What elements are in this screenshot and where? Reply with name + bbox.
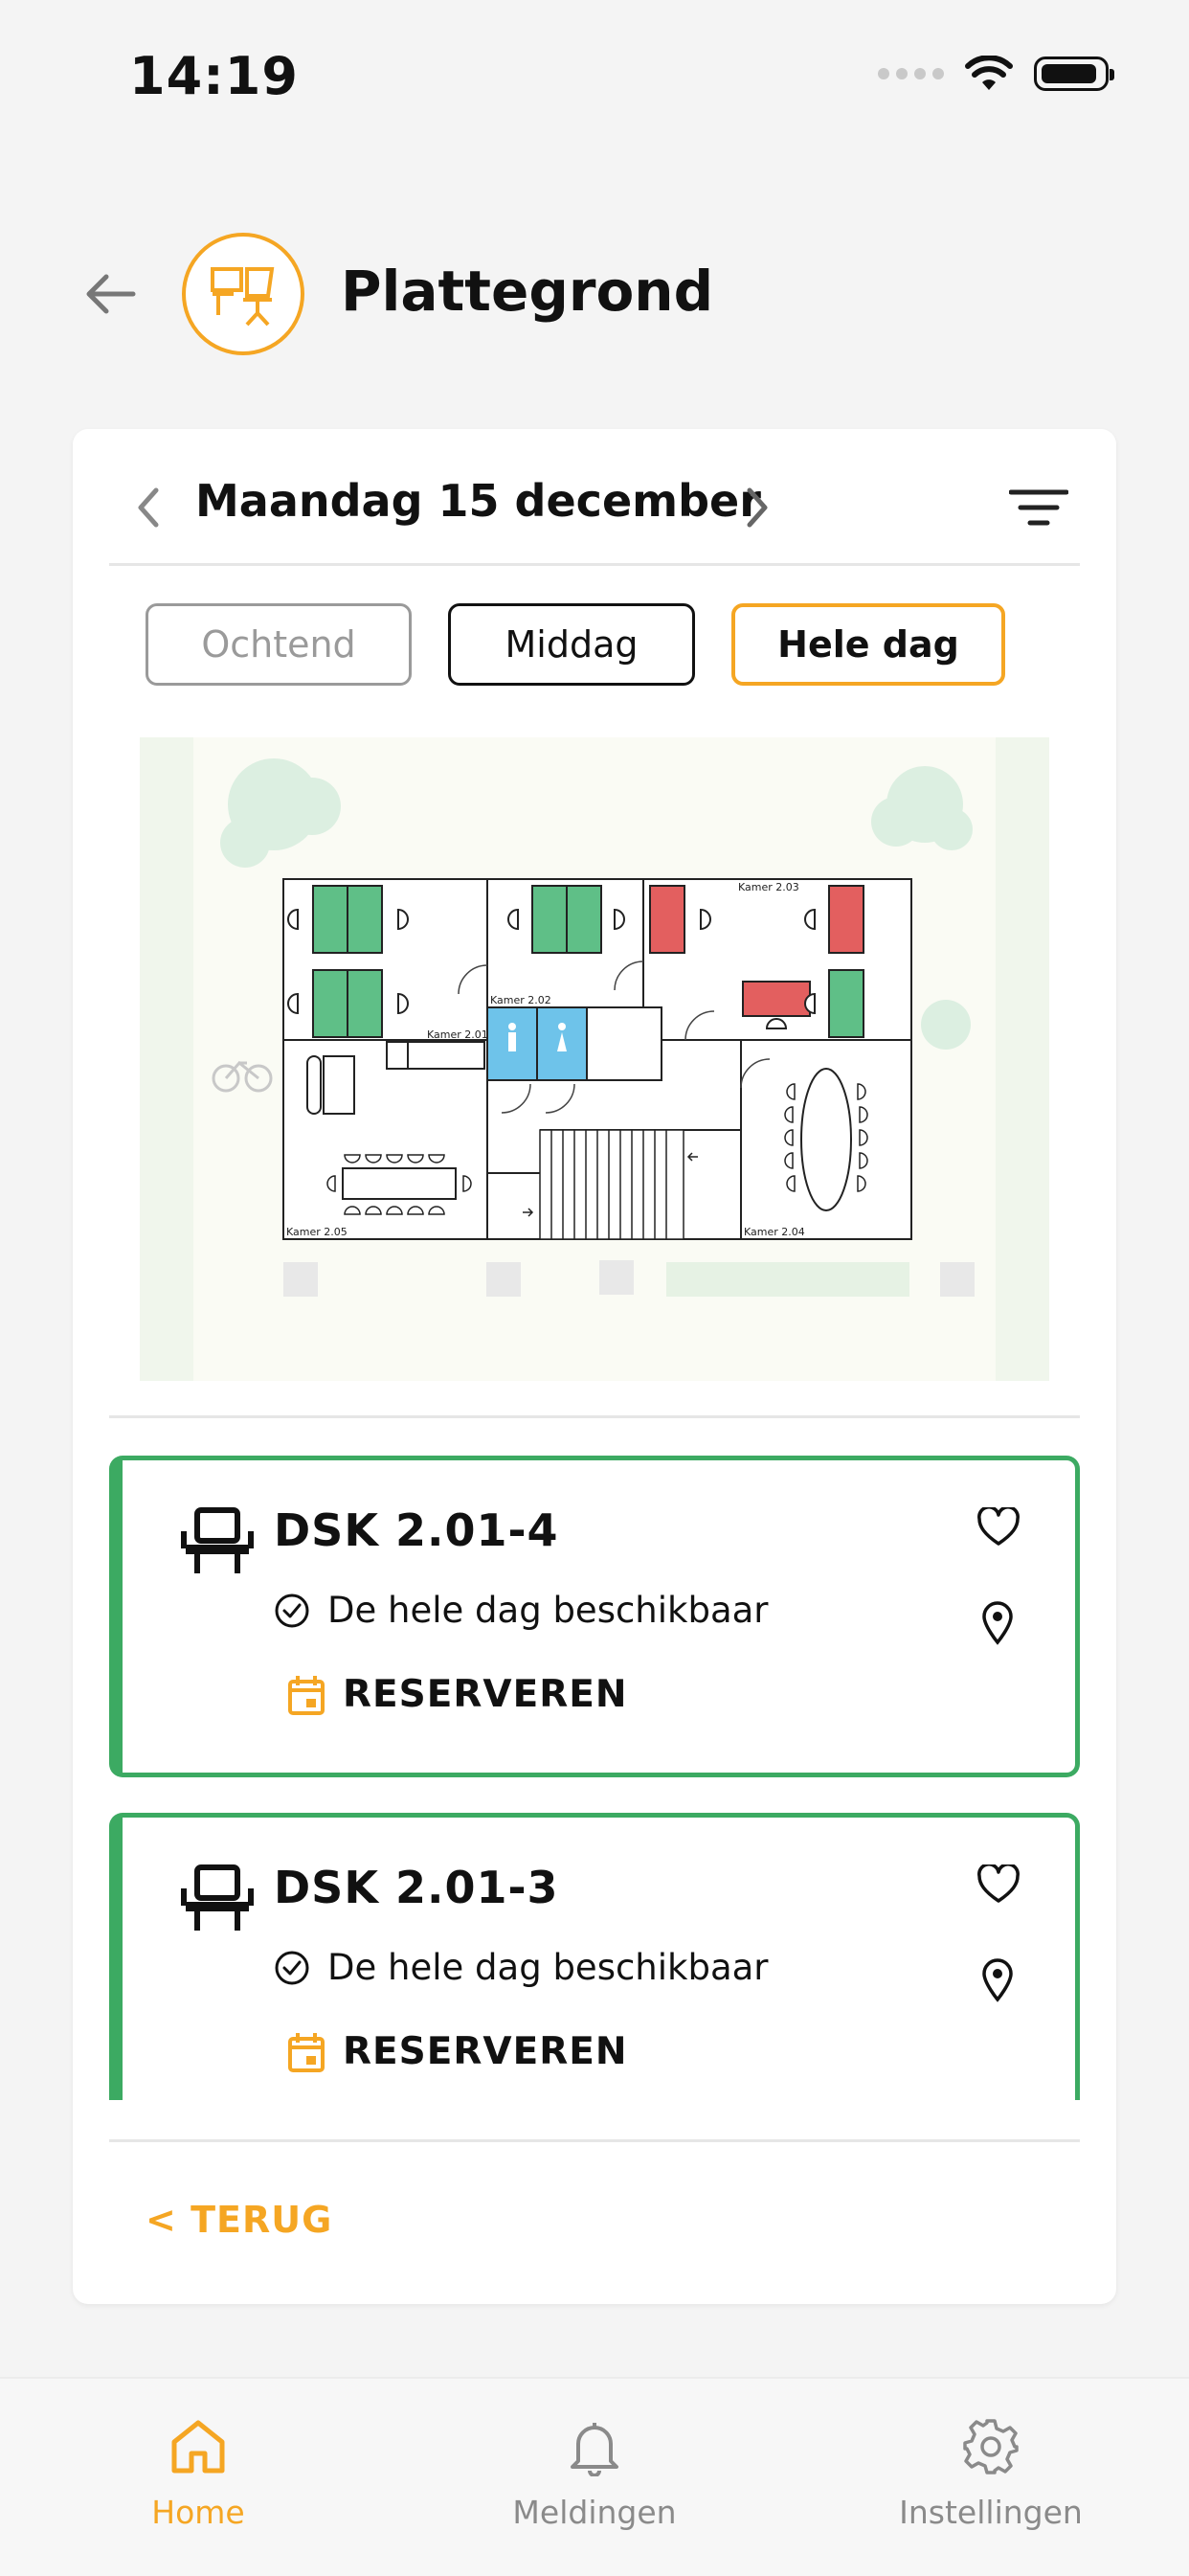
desk-card[interactable]: DSK 2.01-3 De hele dag beschikbaar RESER… xyxy=(109,1813,1080,2100)
favorite-button[interactable] xyxy=(970,1856,1027,1913)
heart-icon xyxy=(977,1507,1020,1546)
cellular-signal-icon xyxy=(878,68,944,79)
location-button[interactable] xyxy=(972,1594,1023,1652)
status-icons xyxy=(878,56,1114,92)
nav-home[interactable]: Home xyxy=(55,2417,342,2531)
back-link[interactable]: < TERUG xyxy=(146,2199,332,2241)
calendar-icon xyxy=(288,2032,325,2072)
reserve-label: RESERVEREN xyxy=(343,1673,628,1716)
filter-button[interactable] xyxy=(1005,479,1072,536)
next-day-button[interactable] xyxy=(733,479,781,536)
date-label: Maandag 15 december xyxy=(195,475,761,527)
nav-instellingen[interactable]: Instellingen xyxy=(847,2417,1134,2531)
reserve-label: RESERVEREN xyxy=(343,2030,628,2073)
desk-chair-icon xyxy=(181,1864,254,1931)
reserve-button[interactable]: RESERVEREN xyxy=(287,2030,628,2073)
divider xyxy=(109,563,1080,566)
previous-day-button[interactable] xyxy=(124,479,172,536)
desk-occupied[interactable] xyxy=(742,981,811,1017)
reserve-button[interactable]: RESERVEREN xyxy=(287,1673,628,1716)
bush-icon xyxy=(921,1000,971,1050)
map-pin-icon xyxy=(982,1958,1013,2002)
room-label-2-02: Kamer 2.02 xyxy=(490,994,551,1006)
desk-available[interactable] xyxy=(312,969,383,1038)
location-button[interactable] xyxy=(972,1952,1023,2009)
desk-occupied[interactable] xyxy=(649,885,685,954)
map-pin-icon xyxy=(982,1601,1013,1645)
availability: De hele dag beschikbaar xyxy=(274,1590,769,1631)
segment-middag[interactable]: Middag xyxy=(448,603,695,686)
arrow-left-icon xyxy=(86,274,136,314)
desk-chair-icon xyxy=(182,233,304,355)
desk-name: DSK 2.01-4 xyxy=(274,1504,559,1556)
filter-icon xyxy=(1009,489,1068,526)
desk-chair-icon xyxy=(181,1507,254,1573)
room-label-2-04: Kamer 2.04 xyxy=(744,1226,805,1238)
desk-available[interactable] xyxy=(531,885,602,954)
check-circle-icon xyxy=(275,1951,309,1984)
desk-available[interactable] xyxy=(312,885,383,954)
nav-meldingen-label: Meldingen xyxy=(512,2494,677,2531)
room-label-2-05: Kamer 2.05 xyxy=(286,1226,348,1238)
desk-occupied[interactable] xyxy=(828,885,864,954)
nav-meldingen[interactable]: Meldingen xyxy=(451,2417,738,2531)
calendar-icon xyxy=(288,1675,325,1715)
desk-name: DSK 2.01-3 xyxy=(274,1862,559,1913)
page-title: Plattegrond xyxy=(341,259,714,324)
segment-hele-dag[interactable]: Hele dag xyxy=(731,603,1005,686)
wifi-icon xyxy=(965,56,1013,90)
favorite-button[interactable] xyxy=(970,1499,1027,1556)
gear-icon xyxy=(963,2419,1019,2474)
bell-icon xyxy=(571,2423,618,2476)
desk-card[interactable]: DSK 2.01-4 De hele dag beschikbaar RESER… xyxy=(109,1456,1080,1777)
check-circle-icon xyxy=(275,1593,309,1627)
nav-home-label: Home xyxy=(151,2494,245,2531)
chevron-left-icon xyxy=(138,487,159,528)
floor-plan[interactable]: Kamer 2.01 Kamer 2.02 Kamer 2.03 Kamer 2… xyxy=(140,737,1049,1381)
battery-icon xyxy=(1034,56,1114,91)
heart-icon xyxy=(977,1864,1020,1903)
nav-instellingen-label: Instellingen xyxy=(899,2494,1083,2531)
availability-text: De hele dag beschikbaar xyxy=(327,1590,769,1631)
divider xyxy=(109,1415,1080,1418)
desk-available[interactable] xyxy=(828,969,864,1038)
availability-text: De hele dag beschikbaar xyxy=(327,1947,769,1988)
segment-ochtend[interactable]: Ochtend xyxy=(146,603,412,686)
bottom-navigation: Home Meldingen Instellingen xyxy=(0,2377,1189,2576)
room-label-2-03: Kamer 2.03 xyxy=(738,881,799,893)
room-label-2-01: Kamer 2.01 xyxy=(427,1028,488,1041)
status-time: 14:19 xyxy=(129,46,299,106)
back-arrow-button[interactable] xyxy=(77,260,144,328)
availability: De hele dag beschikbaar xyxy=(274,1947,769,1988)
chevron-right-icon xyxy=(747,487,768,528)
home-icon xyxy=(171,2420,225,2474)
divider xyxy=(109,2139,1080,2142)
